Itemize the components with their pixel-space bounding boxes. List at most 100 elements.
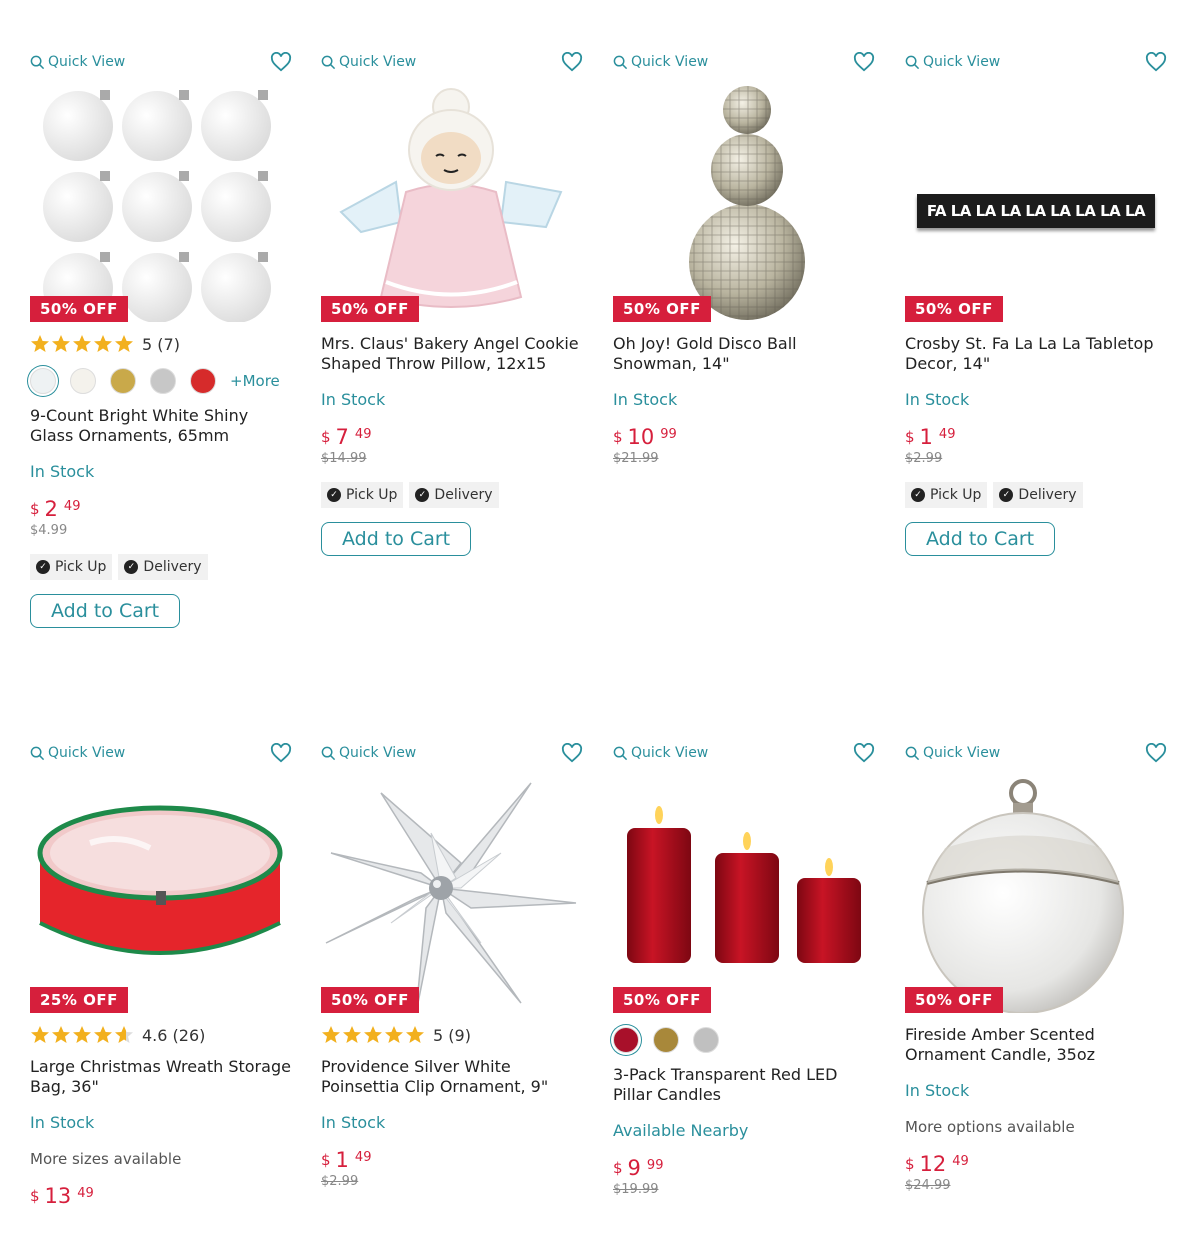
check-icon: ✓ xyxy=(911,488,925,502)
favorite-heart-icon[interactable] xyxy=(853,743,875,763)
product-card: Quick View 50% OFF Fireside Amber Scente… xyxy=(905,741,1167,1193)
search-icon xyxy=(30,746,45,760)
falala-sign-image: FA LA LA LA LA LA LA LA LA xyxy=(917,194,1155,228)
swatch-gold[interactable] xyxy=(653,1027,679,1053)
color-swatches xyxy=(613,1027,875,1053)
check-icon: ✓ xyxy=(327,488,341,502)
swatch-white[interactable] xyxy=(30,368,56,394)
pickup-option[interactable]: ✓ Pick Up xyxy=(321,482,404,508)
discount-badge: 50% OFF xyxy=(321,987,419,1013)
sale-price: $7 49 xyxy=(321,425,372,449)
pickup-option[interactable]: ✓ Pick Up xyxy=(905,482,988,508)
quick-view-label: Quick View xyxy=(48,54,126,70)
product-card: Quick View 50% OFF Oh Joy! Gold Disco Ba… xyxy=(613,50,875,466)
product-card: Quick View 50% OFF 5 (9) Providence Silv… xyxy=(321,741,583,1189)
original-price: $2.99 xyxy=(321,1174,359,1189)
discount-badge: 50% OFF xyxy=(905,296,1003,322)
product-title[interactable]: 9-Count Bright White Shiny Glass Ornamen… xyxy=(30,406,292,446)
discount-badge: 50% OFF xyxy=(613,296,711,322)
quick-view-label: Quick View xyxy=(923,745,1001,761)
product-title[interactable]: Mrs. Claus' Bakery Angel Cookie Shaped T… xyxy=(321,334,583,374)
favorite-heart-icon[interactable] xyxy=(1145,52,1167,72)
pickup-option[interactable]: ✓ Pick Up xyxy=(30,554,113,580)
original-price: $21.99 xyxy=(613,451,659,466)
product-card: Quick View 50% OFF Mrs. Claus' Bakery An… xyxy=(321,50,583,556)
search-icon xyxy=(613,55,628,69)
product-image[interactable]: 50% OFF xyxy=(613,773,875,1013)
product-image[interactable]: 50% OFF xyxy=(30,82,292,323)
stock-status: In Stock xyxy=(30,1113,95,1132)
disco-snowman-image xyxy=(689,86,805,320)
original-price: $24.99 xyxy=(905,1178,951,1193)
favorite-heart-icon[interactable] xyxy=(561,743,583,763)
product-image[interactable]: 50% OFF xyxy=(321,773,583,1014)
swatch-red[interactable] xyxy=(190,368,216,394)
swatch-red[interactable] xyxy=(613,1027,639,1053)
swatch-silver[interactable] xyxy=(693,1027,719,1053)
product-title[interactable]: Providence Silver White Poinsettia Clip … xyxy=(321,1057,583,1097)
add-to-cart-button[interactable]: Add to Cart xyxy=(321,522,472,556)
star-rating-icons xyxy=(30,334,134,354)
quick-view-button[interactable]: Quick View xyxy=(613,745,708,761)
product-image[interactable]: 50% OFF xyxy=(321,82,583,322)
sale-price: $2 49 xyxy=(30,497,81,521)
favorite-heart-icon[interactable] xyxy=(1145,743,1167,763)
sale-price: $12 49 xyxy=(905,1152,969,1176)
ornaments-image xyxy=(43,90,271,323)
favorite-heart-icon[interactable] xyxy=(270,52,292,72)
delivery-option[interactable]: ✓ Delivery xyxy=(993,482,1083,508)
product-card: Quick View 50% OFF 3-Pack Transparent Re… xyxy=(613,741,875,1197)
quick-view-label: Quick View xyxy=(923,54,1001,70)
rating[interactable]: 5 (9) xyxy=(321,1025,583,1045)
rating-count: 4.6 (26) xyxy=(142,1025,206,1045)
add-to-cart-button[interactable]: Add to Cart xyxy=(905,522,1056,556)
product-title[interactable]: Large Christmas Wreath Storage Bag, 36" xyxy=(30,1057,292,1097)
sale-price: $1 49 xyxy=(321,1148,372,1172)
fulfillment-options: ✓ Pick Up ✓ Delivery xyxy=(30,554,292,580)
add-to-cart-button[interactable]: Add to Cart xyxy=(30,594,181,628)
stock-status: In Stock xyxy=(905,390,970,409)
quick-view-button[interactable]: Quick View xyxy=(905,54,1000,70)
quick-view-button[interactable]: Quick View xyxy=(30,54,125,70)
product-image[interactable]: 50% OFF xyxy=(613,82,875,322)
quick-view-label: Quick View xyxy=(631,54,709,70)
delivery-option[interactable]: ✓ Delivery xyxy=(409,482,499,508)
quick-view-button[interactable]: Quick View xyxy=(30,745,125,761)
swatch-cream[interactable] xyxy=(70,368,96,394)
discount-badge: 25% OFF xyxy=(30,987,128,1013)
delivery-option[interactable]: ✓ Delivery xyxy=(118,554,208,580)
product-title[interactable]: Oh Joy! Gold Disco Ball Snowman, 14" xyxy=(613,334,875,374)
fulfillment-options: ✓ Pick Up ✓ Delivery xyxy=(905,482,1167,508)
favorite-heart-icon[interactable] xyxy=(853,52,875,72)
more-options-text[interactable]: More options available xyxy=(905,1118,1167,1136)
search-icon xyxy=(30,55,45,69)
stock-status: In Stock xyxy=(613,390,678,409)
quick-view-label: Quick View xyxy=(339,745,417,761)
discount-badge: 50% OFF xyxy=(905,987,1003,1013)
product-title[interactable]: Crosby St. Fa La La La Tabletop Decor, 1… xyxy=(905,334,1167,374)
quick-view-button[interactable]: Quick View xyxy=(905,745,1000,761)
stock-status: In Stock xyxy=(30,462,95,481)
swatch-silver[interactable] xyxy=(150,368,176,394)
stock-status: In Stock xyxy=(321,1113,386,1132)
product-image[interactable]: FA LA LA LA LA LA LA LA LA 50% OFF xyxy=(905,82,1167,322)
favorite-heart-icon[interactable] xyxy=(561,52,583,72)
product-title[interactable]: Fireside Amber Scented Ornament Candle, … xyxy=(905,1025,1167,1065)
rating-count: 5 (9) xyxy=(433,1025,471,1045)
quick-view-button[interactable]: Quick View xyxy=(321,745,416,761)
rating[interactable]: 5 (7) xyxy=(30,334,292,354)
quick-view-button[interactable]: Quick View xyxy=(321,54,416,70)
product-image[interactable]: 50% OFF xyxy=(905,773,1167,1014)
product-title[interactable]: 3-Pack Transparent Red LED Pillar Candle… xyxy=(613,1065,875,1105)
led-candles-image xyxy=(627,806,861,963)
rating[interactable]: 4.6 (26) xyxy=(30,1025,292,1045)
color-swatches: +More xyxy=(30,368,292,394)
product-card: Quick View 50% OFF 5 (7) +More 9-Count B… xyxy=(30,50,292,628)
product-card: Quick View 25% OFF 4.6 (26) Large Christ… xyxy=(30,741,292,1208)
swatch-gold[interactable] xyxy=(110,368,136,394)
more-swatches-link[interactable]: +More xyxy=(230,372,280,390)
more-options-text[interactable]: More sizes available xyxy=(30,1150,292,1168)
favorite-heart-icon[interactable] xyxy=(270,743,292,763)
quick-view-button[interactable]: Quick View xyxy=(613,54,708,70)
product-image[interactable]: 25% OFF xyxy=(30,773,292,1013)
